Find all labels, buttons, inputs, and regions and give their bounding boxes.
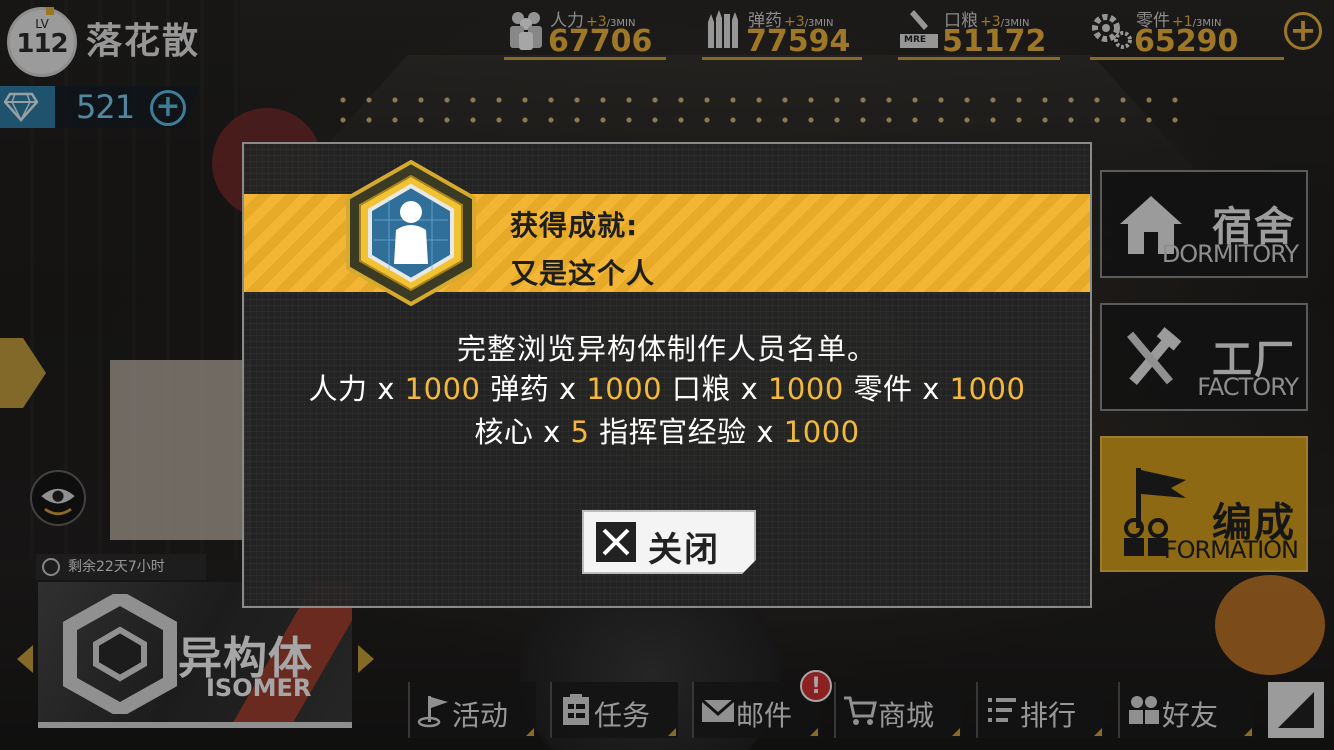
reward-name: 零件: [853, 372, 913, 406]
reward-amount: 5: [570, 415, 590, 449]
achievement-label: 获得成就:: [510, 209, 639, 242]
reward-item: 人力 x 1000: [309, 372, 491, 406]
reward-multiplier: x: [740, 372, 759, 406]
reward-multiplier: x: [558, 372, 577, 406]
close-button-label: 关闭: [648, 530, 720, 570]
reward-item: 弹药 x 1000: [490, 372, 672, 406]
close-icon: [596, 522, 636, 562]
achievement-badge-icon: [346, 160, 476, 306]
reward-list: 人力 x 1000 弹药 x 1000 口粮 x 1000 零件 x 1000 …: [304, 368, 1030, 454]
achievement-description: 完整浏览异构体制作人员名单。: [456, 332, 877, 366]
reward-amount: 1000: [949, 372, 1026, 406]
close-button[interactable]: 关闭: [582, 510, 756, 574]
reward-name: 核心: [474, 415, 534, 449]
reward-multiplier: x: [756, 415, 775, 449]
reward-amount: 1000: [767, 372, 844, 406]
reward-multiplier: x: [543, 415, 561, 449]
achievement-title: 又是这个人: [510, 257, 656, 290]
reward-name: 指挥官经验: [599, 415, 747, 449]
reward-item: 零件 x 1000: [854, 372, 1026, 406]
reward-amount: 1000: [586, 372, 663, 406]
reward-amount: 1000: [783, 415, 860, 449]
reward-amount: 1000: [404, 372, 481, 406]
reward-multiplier: x: [922, 372, 940, 406]
reward-name: 口粮: [671, 372, 731, 406]
reward-item: 口粮 x 1000: [672, 372, 854, 406]
reward-name: 弹药: [490, 372, 550, 406]
reward-item: 指挥官经验 x 1000: [599, 415, 859, 449]
reward-item: 核心 x 5: [474, 415, 599, 449]
reward-name: 人力: [308, 372, 368, 406]
achievement-dialog: 获得成就: 又是这个人 完整浏览异构体制作人员名单。 人力 x 1000 弹药 …: [242, 142, 1092, 608]
reward-multiplier: x: [377, 372, 395, 406]
